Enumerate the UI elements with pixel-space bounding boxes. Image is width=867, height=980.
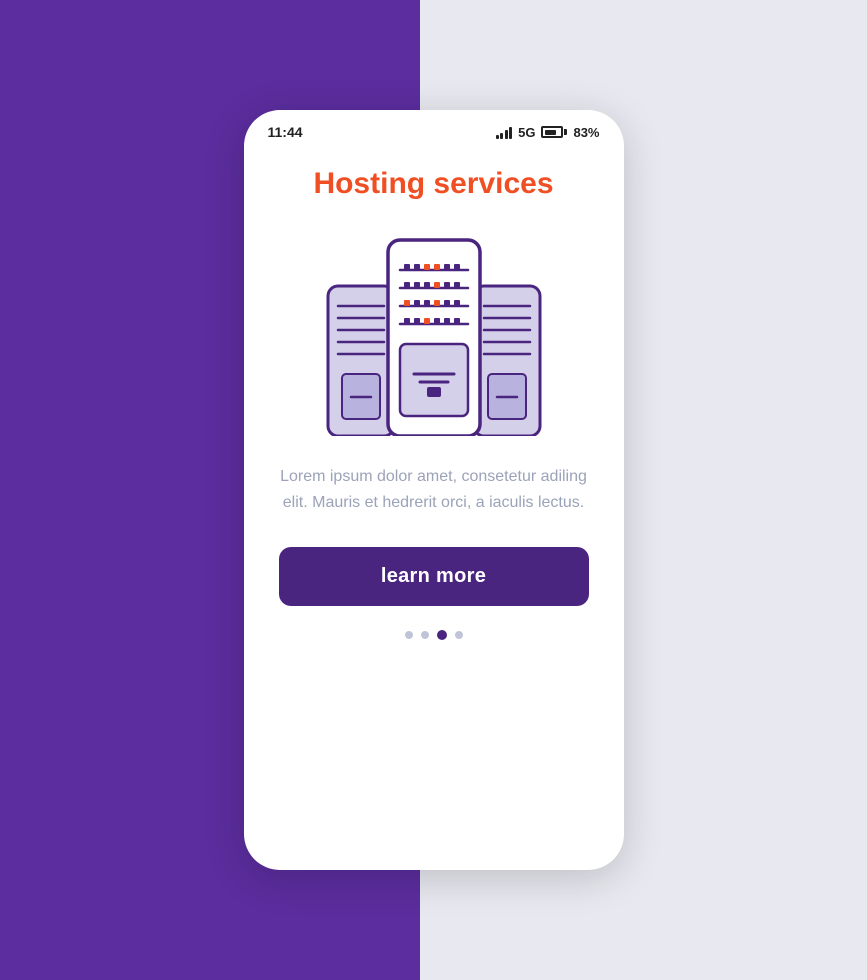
dot-4[interactable] bbox=[455, 631, 463, 639]
status-icons: 5G 83% bbox=[496, 125, 600, 140]
status-bar: 11:44 5G 83% bbox=[244, 110, 624, 146]
signal-icon bbox=[496, 125, 513, 139]
description-text: Lorem ipsum dolor amet, consetetur adili… bbox=[272, 464, 596, 515]
dot-2[interactable] bbox=[421, 631, 429, 639]
status-time: 11:44 bbox=[268, 124, 303, 140]
dot-1[interactable] bbox=[405, 631, 413, 639]
dot-3-active[interactable] bbox=[437, 630, 447, 640]
learn-more-button[interactable]: learn more bbox=[279, 547, 589, 606]
page-title: Hosting services bbox=[313, 166, 553, 202]
phone-content: Hosting services bbox=[244, 146, 624, 870]
page-dots-indicator bbox=[405, 630, 463, 640]
battery-icon bbox=[541, 126, 567, 138]
network-label: 5G bbox=[518, 125, 535, 140]
server-illustration bbox=[324, 226, 544, 436]
phone-frame: 11:44 5G 83% Hosting services bbox=[244, 110, 624, 870]
battery-percent: 83% bbox=[573, 125, 599, 140]
